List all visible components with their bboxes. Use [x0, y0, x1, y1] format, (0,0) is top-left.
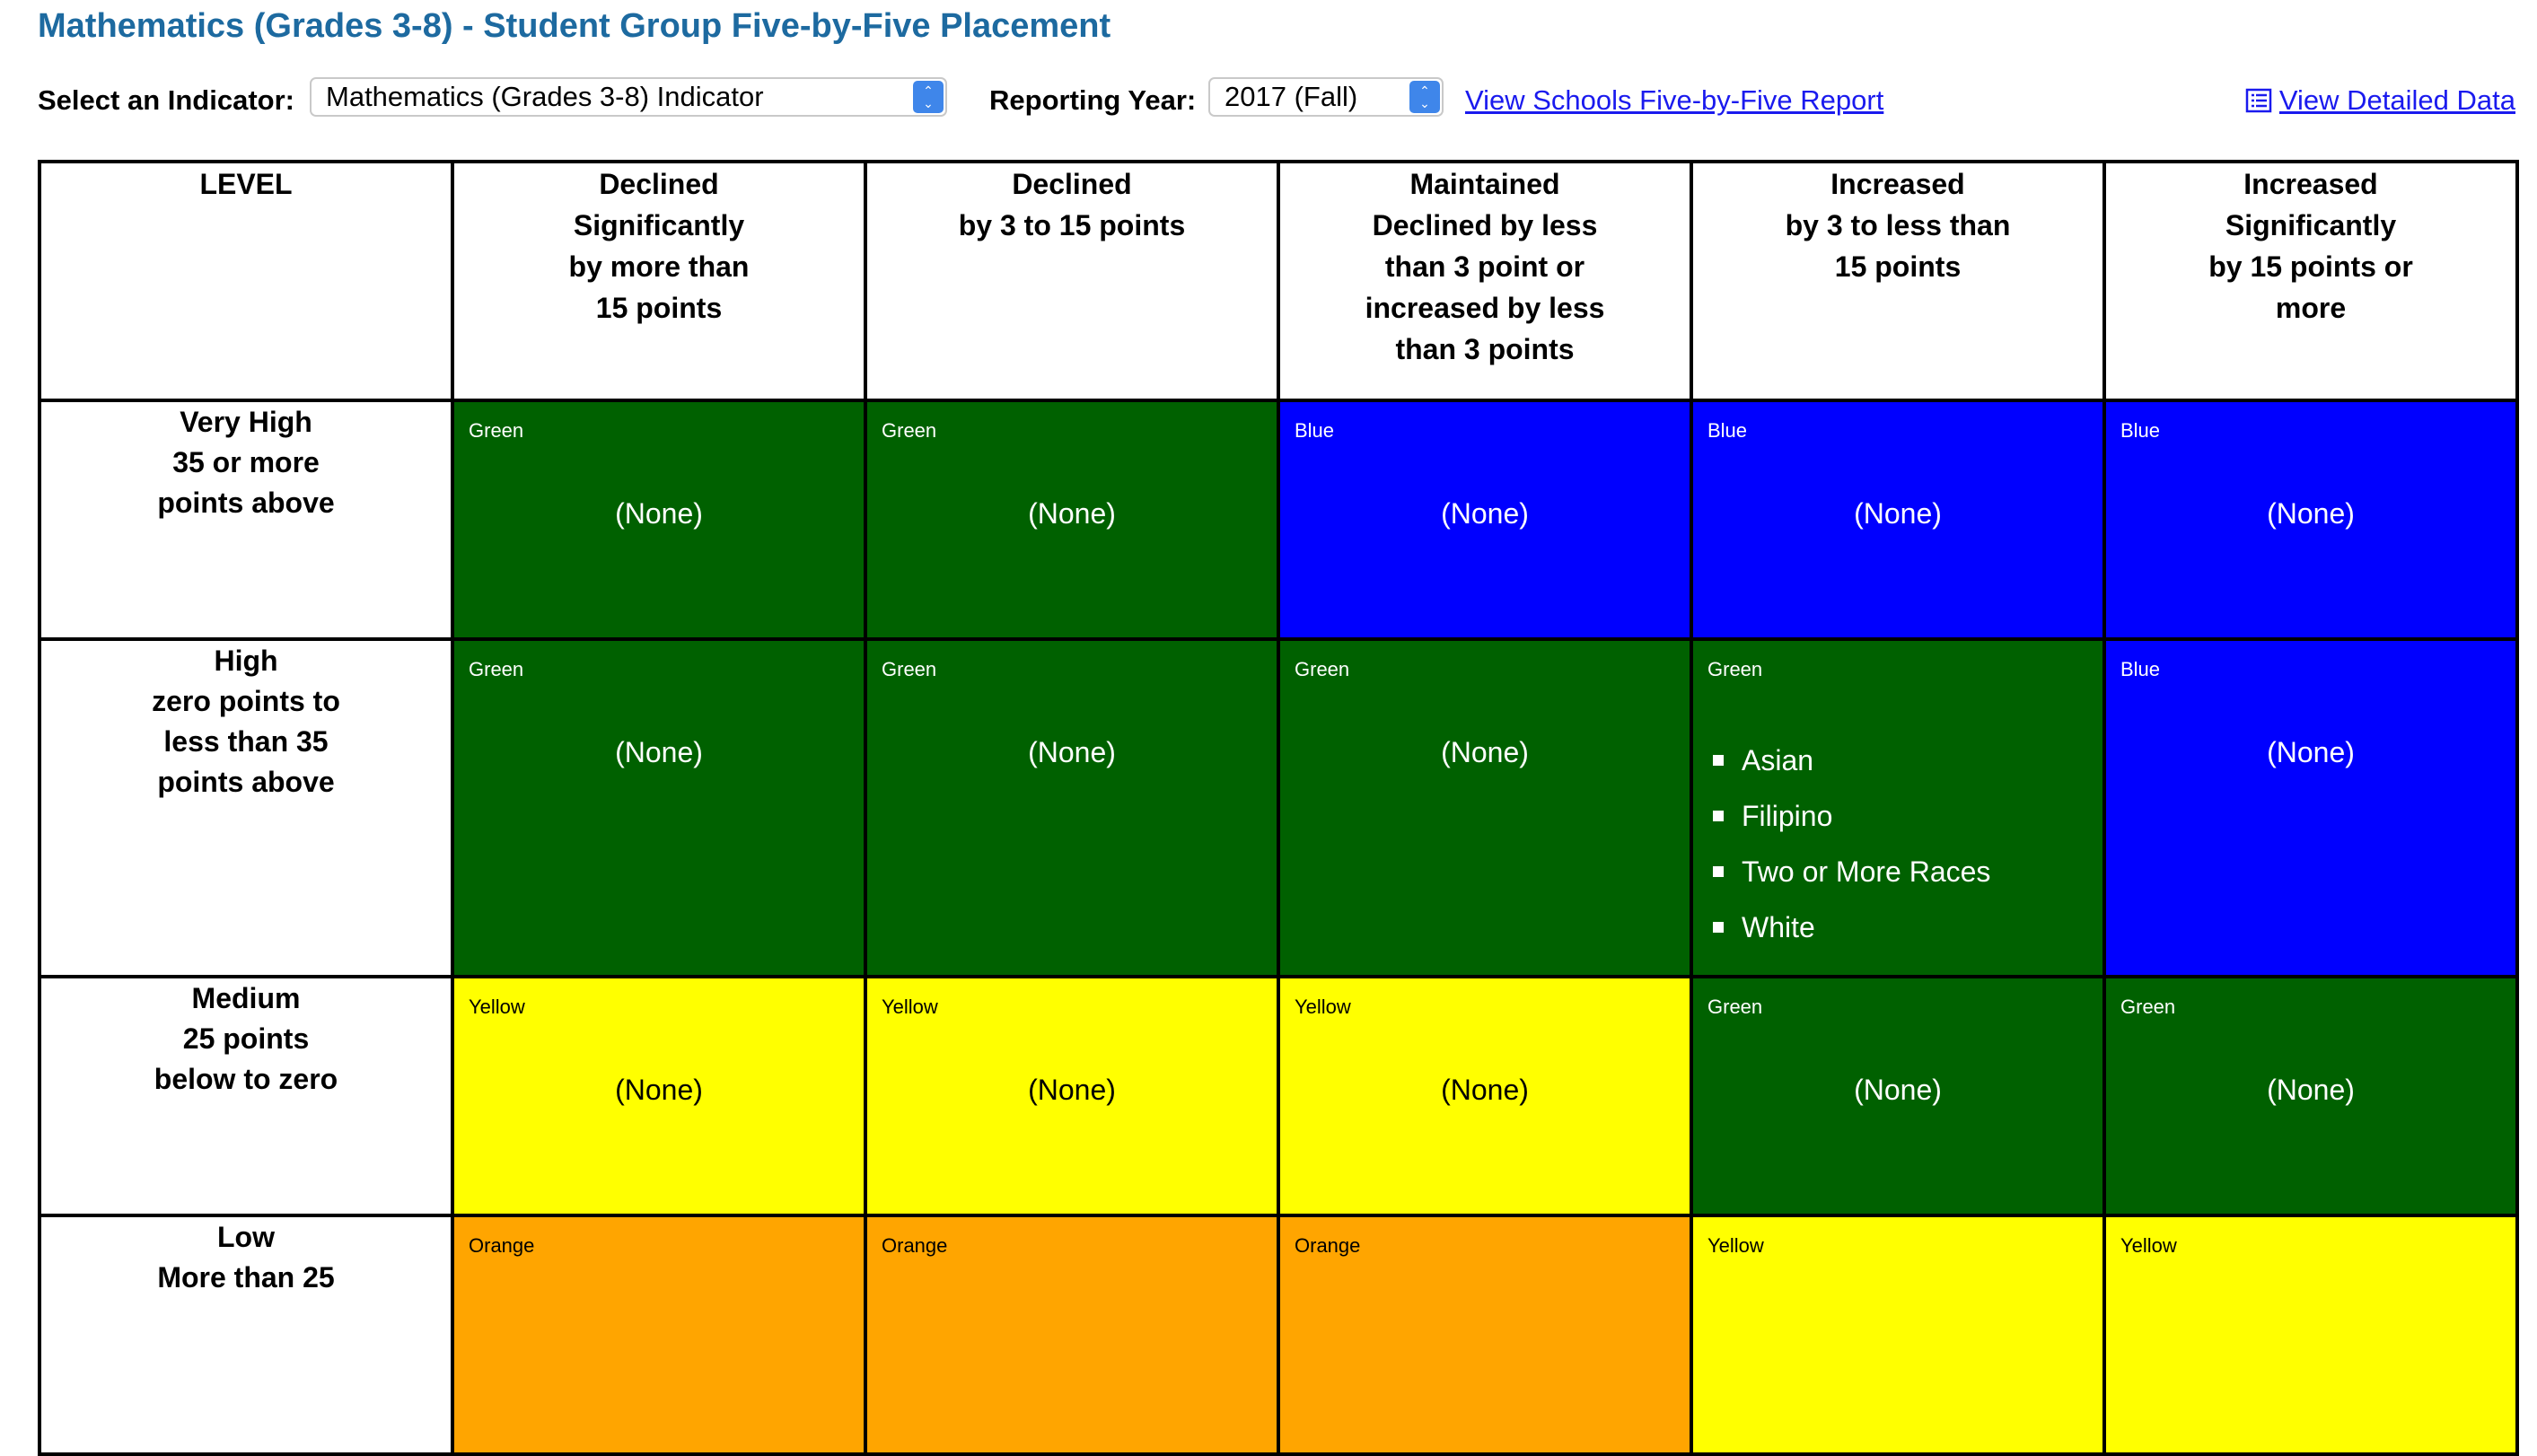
placement-cell: Orange: [864, 1214, 1280, 1456]
placement-cell: Blue (None): [1277, 399, 1693, 641]
placement-cell: Green (None): [1690, 975, 2106, 1217]
column-header: Increased Significantly by 15 points or …: [2102, 160, 2519, 402]
cell-color-label: Green: [882, 419, 937, 442]
placement-cell: Yellow (None): [451, 975, 867, 1217]
table-row: Medium 25 points below to zero Yellow (Non…: [38, 975, 2519, 1217]
cell-value: (None): [1441, 736, 1529, 768]
indicator-select-value: Mathematics (Grades 3-8) Indicator: [326, 81, 764, 112]
cell-value: (None): [1854, 1074, 1942, 1106]
cell-color-label: Green: [1707, 658, 1763, 680]
placement-cell: Blue (None): [1690, 399, 2106, 641]
placement-cell: Orange: [1277, 1214, 1693, 1456]
cell-color-label: Green: [1707, 996, 1763, 1018]
column-header: Maintained Declined by less than 3 point…: [1277, 160, 1693, 402]
year-select[interactable]: 2017 (Fall) ⌃ ⌄: [1208, 77, 1444, 117]
column-header: Declined Significantly by more than 15 p…: [451, 160, 867, 402]
cell-color-label: Green: [469, 419, 524, 442]
table-row: High zero points to less than 35 points …: [38, 637, 2519, 978]
placement-cell: Blue (None): [2102, 637, 2519, 978]
cell-value: (None): [1854, 497, 1942, 530]
cell-value: (None): [615, 1074, 703, 1106]
cell-value: (None): [1028, 497, 1116, 530]
placement-cell: Blue (None): [2102, 399, 2519, 641]
placement-cell: Green Asian Filipino Two or More Races White: [1690, 637, 2106, 978]
cell-color-label: Green: [2120, 996, 2176, 1018]
placement-cell: Green (None): [451, 399, 867, 641]
column-header: Increased by 3 to less than 15 points: [1690, 160, 2106, 402]
cell-color-label: Green: [1295, 658, 1350, 680]
cell-color-label: Yellow: [1707, 1234, 1764, 1257]
cell-value: (None): [2267, 497, 2355, 530]
cell-color-label: Blue: [1295, 419, 1335, 442]
column-header: Declined by 3 to 15 points: [864, 160, 1280, 402]
year-label: Reporting Year:: [989, 84, 1197, 116]
table-row: Low More than 25 Orange Orange Orange Yellow…: [38, 1214, 2519, 1456]
placement-cell: Green (None): [2102, 975, 2519, 1217]
level-cell: Low More than 25: [38, 1214, 454, 1456]
student-group-item: White: [1713, 899, 1990, 955]
cell-color-label: Green: [882, 658, 937, 680]
cell-value: (None): [1028, 736, 1116, 768]
indicator-select[interactable]: Mathematics (Grades 3-8) Indicator ⌃ ⌄: [310, 77, 947, 117]
cell-color-label: Orange: [469, 1234, 535, 1257]
placement-cell: Yellow: [2102, 1214, 2519, 1456]
placement-cell: Green (None): [451, 637, 867, 978]
select-arrows-icon: ⌃ ⌄: [913, 81, 944, 113]
toolbar: Select an Indicator: Mathematics (Grades…: [38, 77, 2515, 120]
five-by-five-table: LEVEL Declined Significantly by more tha…: [38, 160, 2519, 1456]
cell-color-label: Yellow: [2120, 1234, 2177, 1257]
cell-color-label: Blue: [2120, 658, 2161, 680]
level-cell: Very High 35 or more points above: [38, 399, 454, 641]
detailed-data-link[interactable]: View Detailed Data: [2245, 84, 2515, 117]
cell-color-label: Orange: [1295, 1234, 1361, 1257]
level-cell: Medium 25 points below to zero: [38, 975, 454, 1217]
level-cell: High zero points to less than 35 points …: [38, 637, 454, 978]
select-arrows-icon: ⌃ ⌄: [1409, 81, 1440, 113]
indicator-label: Select an Indicator:: [38, 84, 294, 116]
cell-value: (None): [1028, 1074, 1116, 1106]
detailed-data-link-label: View Detailed Data: [2278, 84, 2515, 116]
cell-value: (None): [615, 736, 703, 768]
cell-color-label: Yellow: [469, 996, 525, 1018]
student-group-item: Filipino: [1713, 788, 1990, 844]
cell-color-label: Blue: [1707, 419, 1748, 442]
placement-cell: Green (None): [864, 637, 1280, 978]
level-column-header: LEVEL: [38, 160, 454, 402]
cell-value: (None): [2267, 736, 2355, 768]
table-row: Very High 35 or more points above Green (N…: [38, 399, 2519, 641]
cell-color-label: Yellow: [1295, 996, 1351, 1018]
table-header-row: LEVEL Declined Significantly by more tha…: [38, 160, 2519, 402]
cell-value: (None): [615, 497, 703, 530]
cell-value: (None): [2267, 1074, 2355, 1106]
table-body: Very High 35 or more points above Green (N…: [38, 399, 2519, 1456]
placement-cell: Orange: [451, 1214, 867, 1456]
student-group-list: Asian Filipino Two or More Races White: [1713, 732, 1990, 955]
placement-cell: Yellow (None): [1277, 975, 1693, 1217]
student-group-item: Asian: [1713, 732, 1990, 788]
placement-cell: Green (None): [864, 399, 1280, 641]
cell-value: (None): [1441, 1074, 1529, 1106]
cell-color-label: Yellow: [882, 996, 938, 1018]
student-group-item: Two or More Races: [1713, 844, 1990, 899]
cell-value: (None): [1441, 497, 1529, 530]
page-title: Mathematics (Grades 3-8) - Student Group…: [38, 7, 1111, 45]
cell-color-label: Blue: [2120, 419, 2161, 442]
placement-cell: Green (None): [1277, 637, 1693, 978]
year-select-value: 2017 (Fall): [1225, 81, 1358, 112]
schools-report-link[interactable]: View Schools Five-by-Five Report: [1465, 84, 1883, 117]
placement-cell: Yellow (None): [864, 975, 1280, 1217]
cell-color-label: Green: [469, 658, 524, 680]
table-list-icon: [2245, 88, 2272, 113]
placement-cell: Yellow: [1690, 1214, 2106, 1456]
cell-color-label: Orange: [882, 1234, 948, 1257]
